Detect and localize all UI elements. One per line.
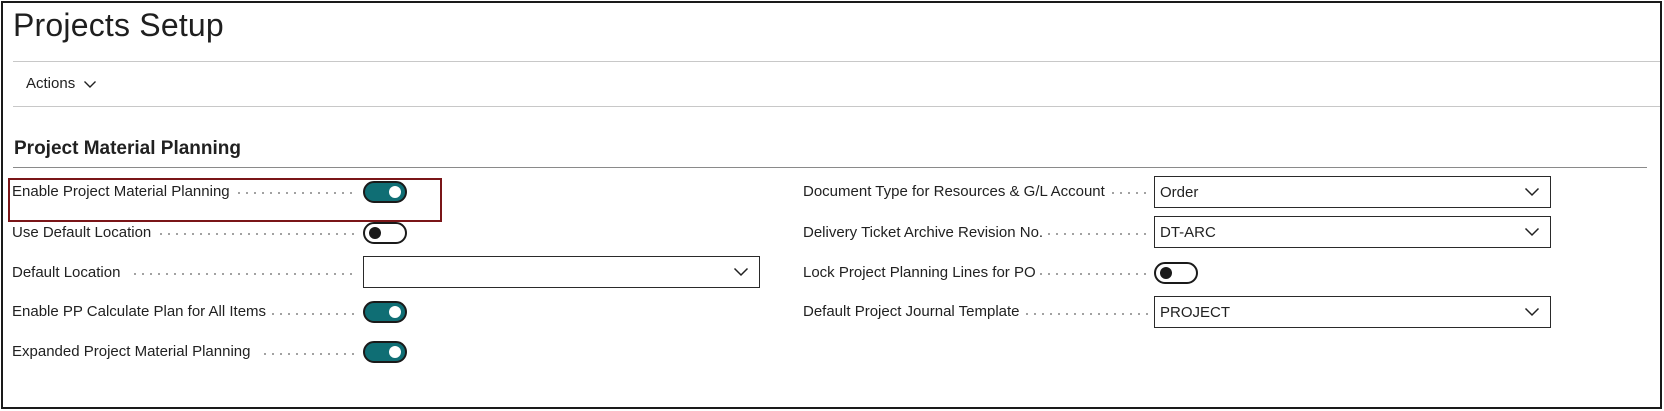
- label-leader-dots: [131, 273, 357, 275]
- chevron-down-icon: [84, 80, 97, 88]
- select-value: PROJECT: [1160, 303, 1231, 321]
- field-label-expanded-project-material-planning: Expanded Project Material Planning: [12, 343, 251, 360]
- chevron-down-icon: [733, 267, 749, 277]
- field-label-enable-project-material-planning: Enable Project Material Planning: [12, 183, 230, 200]
- chevron-down-icon: [1524, 227, 1540, 237]
- select-value: Order: [1160, 183, 1199, 201]
- label-leader-dots: [157, 233, 357, 235]
- page-title: Projects Setup: [13, 7, 224, 43]
- toggle-knob: [1160, 267, 1172, 279]
- expanded-project-material-planning-toggle[interactable]: [363, 341, 407, 363]
- field-label-default-location: Default Location: [12, 264, 121, 281]
- toggle-knob: [389, 346, 401, 358]
- chevron-down-icon: [1524, 307, 1540, 317]
- use-default-location-toggle[interactable]: [363, 222, 407, 244]
- lock-project-planning-lines-toggle[interactable]: [1154, 262, 1198, 284]
- field-label-document-type: Document Type for Resources & G/L Accoun…: [803, 183, 1105, 200]
- label-leader-dots: [235, 192, 357, 194]
- enable-project-material-planning-toggle[interactable]: [363, 181, 407, 203]
- document-type-select[interactable]: Order: [1154, 176, 1551, 208]
- label-leader-dots: [1023, 313, 1149, 315]
- label-leader-dots: [1109, 192, 1149, 194]
- title-divider: [13, 61, 1660, 62]
- default-project-journal-template-select[interactable]: PROJECT: [1154, 296, 1551, 328]
- toggle-knob: [389, 306, 401, 318]
- toggle-knob: [389, 186, 401, 198]
- actions-label: Actions: [26, 75, 76, 92]
- delivery-ticket-archive-select[interactable]: DT-ARC: [1154, 216, 1551, 248]
- select-value: DT-ARC: [1160, 223, 1216, 241]
- enable-pp-calculate-plan-toggle[interactable]: [363, 301, 407, 323]
- default-location-select[interactable]: [363, 256, 760, 288]
- projects-setup-window: Projects Setup Actions Project Material …: [1, 1, 1662, 409]
- field-label-default-project-journal-template: Default Project Journal Template: [803, 303, 1020, 320]
- field-label-lock-project-planning-lines: Lock Project Planning Lines for PO: [803, 264, 1036, 281]
- label-leader-dots: [1037, 273, 1149, 275]
- chevron-down-icon: [1524, 187, 1540, 197]
- label-leader-dots: [1045, 233, 1149, 235]
- field-label-use-default-location: Use Default Location: [12, 224, 152, 241]
- label-leader-dots: [269, 313, 357, 315]
- section-title: Project Material Planning: [14, 138, 241, 159]
- section-divider: [13, 167, 1647, 168]
- actions-menu-button[interactable]: Actions: [26, 75, 97, 92]
- label-leader-dots: [261, 353, 357, 355]
- actions-divider: [13, 106, 1660, 107]
- toggle-knob: [369, 227, 381, 239]
- field-label-enable-pp-calculate-plan: Enable PP Calculate Plan for All Items: [12, 303, 267, 320]
- field-label-delivery-ticket-archive: Delivery Ticket Archive Revision No.: [803, 224, 1044, 241]
